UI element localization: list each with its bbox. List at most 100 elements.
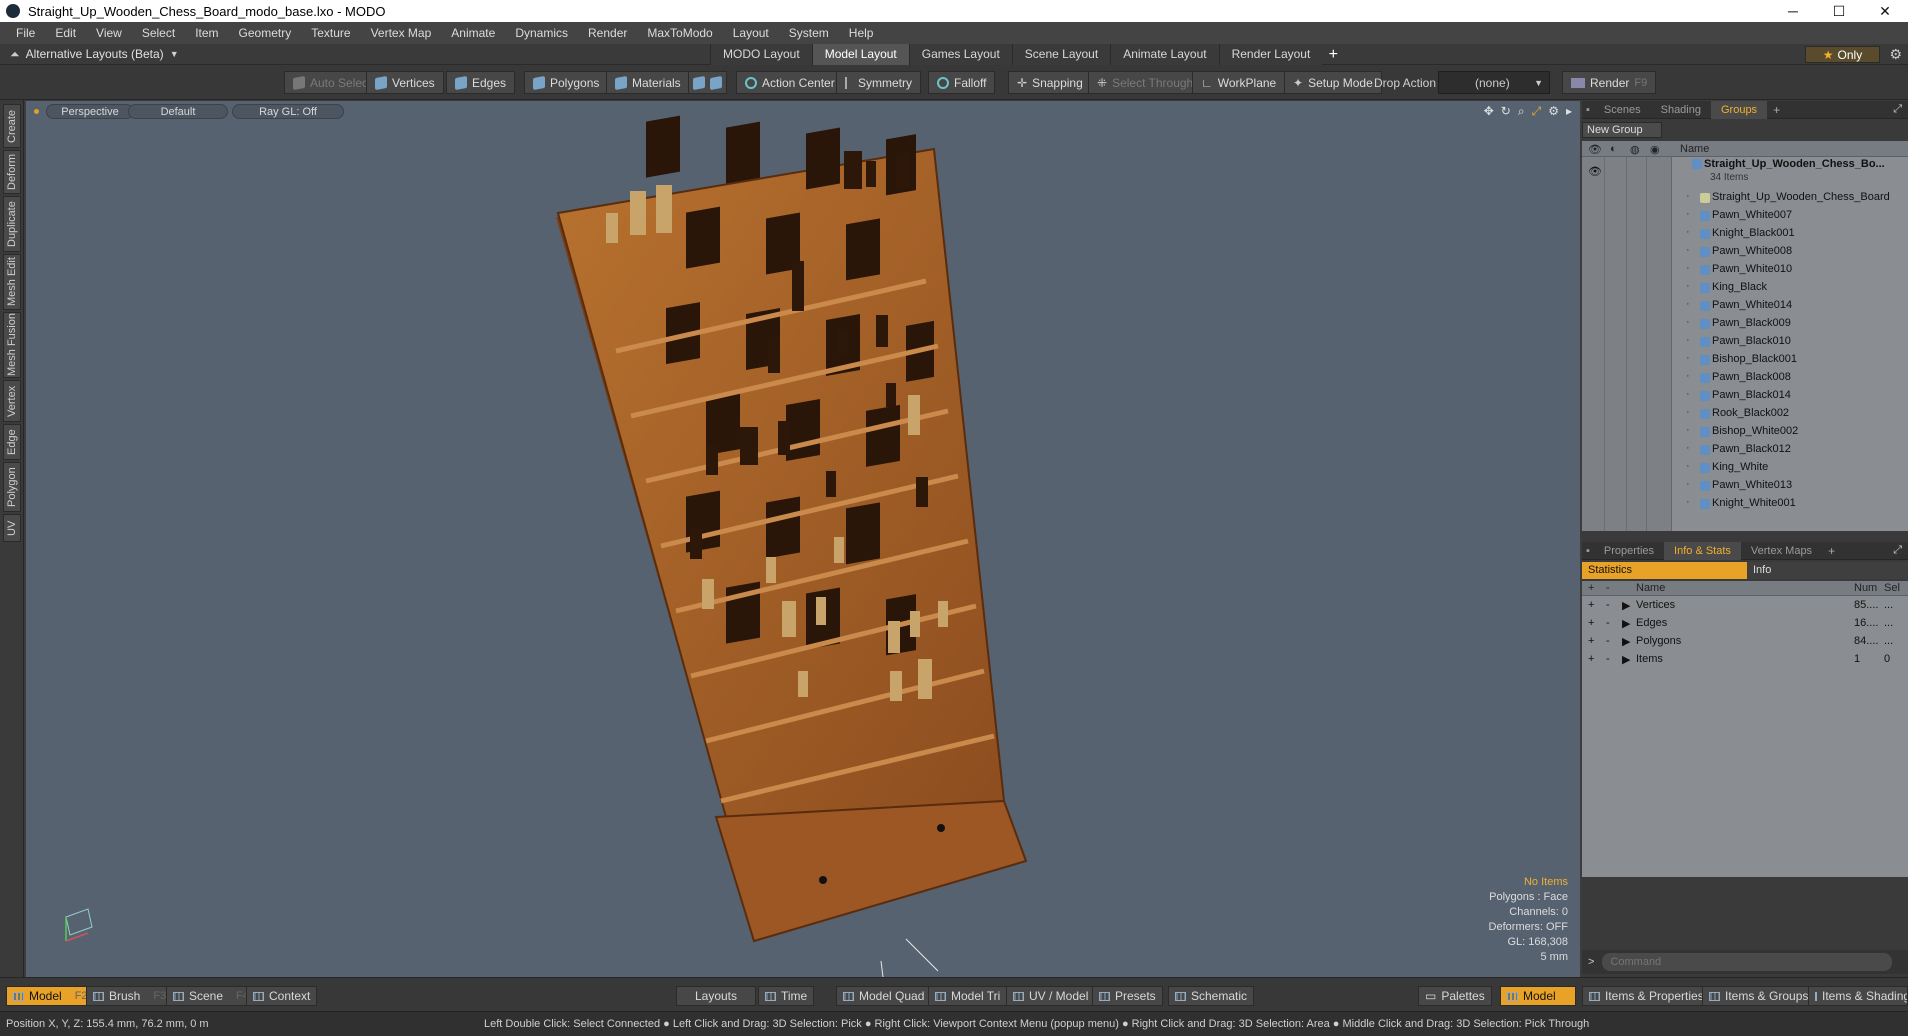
items-shading-button[interactable]: Items & Shading: [1808, 986, 1908, 1006]
expand-all-icon[interactable]: +: [1588, 582, 1594, 594]
only-button[interactable]: ★ Only: [1805, 46, 1880, 63]
layouts-button[interactable]: Layouts: [676, 986, 756, 1006]
expand-arrow-icon[interactable]: ▶: [1622, 653, 1630, 666]
menu-maxtomodo[interactable]: MaxToModo: [637, 26, 722, 40]
list-item[interactable]: · Knight_White001: [1582, 495, 1908, 513]
list-item[interactable]: · Rook_Black002: [1582, 405, 1908, 423]
model-layout-button[interactable]: Model: [1500, 986, 1576, 1006]
tab-create[interactable]: Create: [3, 104, 21, 148]
menu-view[interactable]: View: [86, 26, 132, 40]
tab-model-layout[interactable]: Model Layout: [811, 44, 909, 65]
time-button[interactable]: Time: [758, 986, 815, 1006]
menu-vertex-map[interactable]: Vertex Map: [361, 26, 442, 40]
polygons-button[interactable]: Polygons: [524, 71, 609, 94]
symmetry-button[interactable]: Symmetry: [836, 71, 921, 94]
list-item[interactable]: · Knight_Black001: [1582, 225, 1908, 243]
list-item[interactable]: · Pawn_White010: [1582, 261, 1908, 279]
menu-edit[interactable]: Edit: [45, 26, 86, 40]
tab-scenes[interactable]: Scenes: [1594, 101, 1651, 119]
tab-info-stats[interactable]: Info & Stats: [1664, 541, 1741, 560]
action-center-button[interactable]: Action Center: [736, 71, 844, 94]
tab-groups[interactable]: Groups: [1710, 100, 1768, 119]
list-item[interactable]: · Pawn_White013: [1582, 477, 1908, 495]
tab-edge[interactable]: Edge: [3, 424, 21, 460]
list-item[interactable]: · King_Black: [1582, 279, 1908, 297]
materials-button[interactable]: Materials: [606, 71, 690, 94]
context-button[interactable]: Context: [246, 986, 318, 1006]
render-button[interactable]: Render F9: [1562, 71, 1657, 94]
tab-info[interactable]: Info: [1747, 562, 1771, 579]
list-item[interactable]: · Bishop_Black001: [1582, 351, 1908, 369]
table-row[interactable]: + - ▶ Items 1 0: [1582, 651, 1908, 669]
menu-item[interactable]: Item: [185, 26, 228, 40]
tab-vertex[interactable]: Vertex: [3, 380, 21, 422]
list-item[interactable]: · Straight_Up_Wooden_Chess_Board: [1582, 189, 1908, 207]
menu-geometry[interactable]: Geometry: [229, 26, 302, 40]
close-button[interactable]: ✕: [1862, 0, 1908, 22]
drop-action-select[interactable]: (none) ▼: [1438, 71, 1550, 94]
table-row[interactable]: + - ▶ Polygons 84.... ...: [1582, 633, 1908, 651]
menu-help[interactable]: Help: [839, 26, 884, 40]
panel-menu-icon[interactable]: ▪: [1582, 101, 1594, 119]
expand-arrow-icon[interactable]: ▶: [1622, 599, 1630, 612]
expand-arrow-icon[interactable]: ▶: [1622, 635, 1630, 648]
tab-properties[interactable]: Properties: [1594, 542, 1664, 560]
setup-mode-button[interactable]: ✦ Setup Mode: [1284, 71, 1382, 94]
tab-games-layout[interactable]: Games Layout: [908, 44, 1012, 65]
vertices-button[interactable]: Vertices: [366, 71, 444, 94]
menu-layout[interactable]: Layout: [723, 26, 779, 40]
list-item[interactable]: · Pawn_Black009: [1582, 315, 1908, 333]
snapping-button[interactable]: ✛ Snapping: [1008, 71, 1092, 94]
menu-file[interactable]: File: [6, 26, 45, 40]
list-item[interactable]: · Pawn_Black010: [1582, 333, 1908, 351]
select-through-button[interactable]: ⁜ Select Through: [1088, 71, 1203, 94]
tab-animate-layout[interactable]: Animate Layout: [1110, 44, 1219, 65]
tab-shading[interactable]: Shading: [1651, 101, 1711, 119]
menu-dynamics[interactable]: Dynamics: [505, 26, 578, 40]
model-tri-button[interactable]: Model Tri: [928, 986, 1008, 1006]
menu-system[interactable]: System: [779, 26, 839, 40]
tab-duplicate[interactable]: Duplicate: [3, 196, 21, 252]
tab-scene-layout[interactable]: Scene Layout: [1011, 44, 1111, 65]
expand-arrow-icon[interactable]: ▶: [1622, 617, 1630, 630]
list-item[interactable]: · Pawn_White008: [1582, 243, 1908, 261]
palettes-button[interactable]: ▭ Palettes: [1418, 986, 1492, 1006]
tab-render-layout[interactable]: Render Layout: [1218, 44, 1323, 65]
tab-vertex-maps[interactable]: Vertex Maps: [1741, 542, 1822, 560]
3d-viewport[interactable]: Perspective Default Ray GL: Off ✥ ↻ ⌕ ⤢ …: [26, 101, 1580, 977]
add-layout-button[interactable]: +: [1322, 44, 1344, 65]
table-row[interactable]: + - ▶ Vertices 85.... ...: [1582, 597, 1908, 615]
falloff-button[interactable]: Falloff: [928, 71, 996, 94]
items-properties-button[interactable]: Items & Properties: [1582, 986, 1711, 1006]
list-item[interactable]: · Pawn_Black014: [1582, 387, 1908, 405]
menu-select[interactable]: Select: [132, 26, 185, 40]
workplane-button[interactable]: ∟ WorkPlane: [1192, 71, 1286, 94]
list-item[interactable]: · Pawn_Black008: [1582, 369, 1908, 387]
expand-icon[interactable]: ⤢: [1893, 544, 1902, 557]
tab-modo-layout[interactable]: MODO Layout: [710, 44, 812, 65]
model-mode-button[interactable]: Model F2: [6, 986, 95, 1006]
model-quad-button[interactable]: Model Quad: [836, 986, 932, 1006]
presets-button[interactable]: Presets: [1092, 986, 1163, 1006]
minimize-button[interactable]: ─: [1770, 0, 1816, 22]
items-groups-button[interactable]: Items & Groups: [1702, 986, 1816, 1006]
tab-mesh-fusion[interactable]: Mesh Fusion: [3, 312, 21, 378]
table-row[interactable]: + - ▶ Edges 16.... ...: [1582, 615, 1908, 633]
selection-sets-button[interactable]: [688, 71, 727, 94]
tab-uv[interactable]: UV: [3, 514, 21, 542]
expand-icon[interactable]: ⤢: [1893, 103, 1902, 116]
uv-model-button[interactable]: UV / Model: [1006, 986, 1096, 1006]
edges-button[interactable]: Edges: [446, 71, 516, 94]
command-input[interactable]: [1602, 953, 1893, 971]
visibility-eye-icon[interactable]: 👁: [1588, 165, 1602, 178]
menu-texture[interactable]: Texture: [301, 26, 360, 40]
group-root-row[interactable]: 👁 Straight_Up_Wooden_Chess_Bo... 34 Item…: [1582, 157, 1908, 187]
list-item[interactable]: · Pawn_White007: [1582, 207, 1908, 225]
gear-icon[interactable]: ⚙: [1889, 46, 1902, 63]
tab-deform[interactable]: Deform: [3, 150, 21, 194]
maximize-button[interactable]: ☐: [1816, 0, 1862, 22]
schematic-button[interactable]: Schematic: [1168, 986, 1255, 1006]
add-tab-button[interactable]: +: [1767, 103, 1786, 117]
menu-render[interactable]: Render: [578, 26, 637, 40]
scene-mode-button[interactable]: Scene F4: [166, 986, 256, 1006]
